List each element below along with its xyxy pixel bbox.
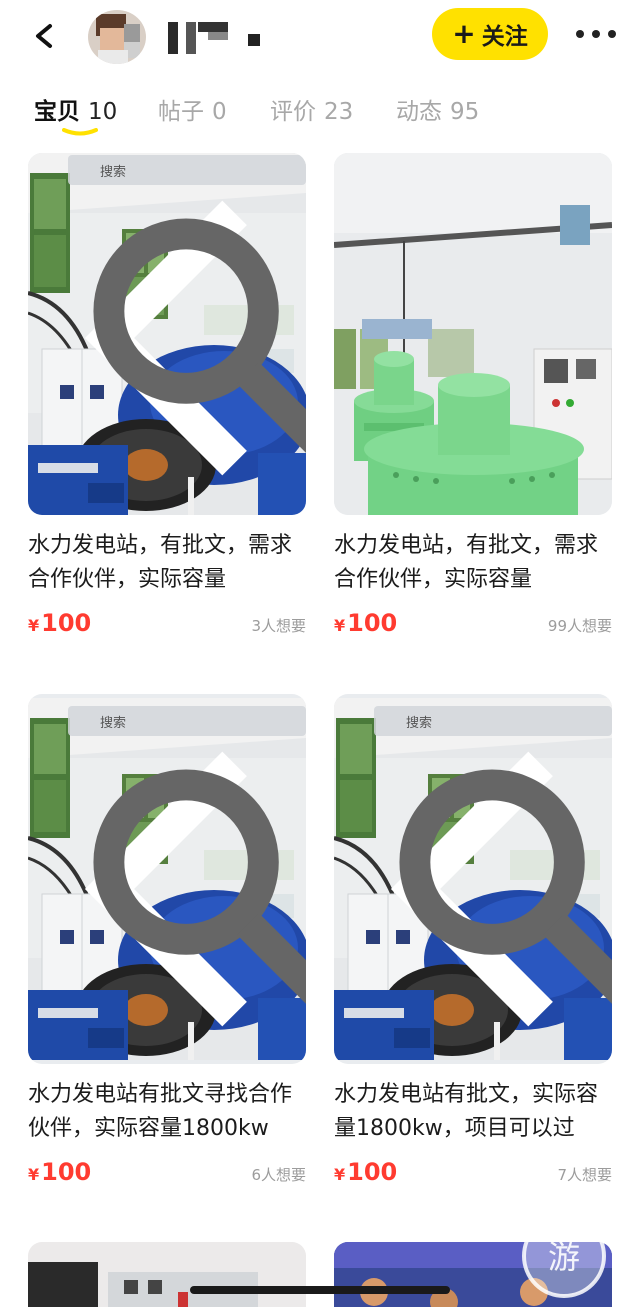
want-count: 3人想要 — [251, 617, 306, 635]
photo-search-bar: 搜索 — [374, 706, 612, 1004]
currency-symbol: ¥ — [28, 616, 40, 635]
active-tab-underline — [62, 128, 98, 136]
item-photo: 搜索 — [28, 694, 306, 1064]
item-card[interactable]: 水力发电站，有批文，需求合作伙伴，实际容量 ¥100 99人想要 — [334, 153, 612, 639]
home-indicator — [190, 1286, 450, 1294]
photo-search-bar: 搜索 — [68, 706, 306, 1004]
item-title: 水力发电站有批文，实际容量1800kw，项目可以过 — [334, 1082, 599, 1141]
item-price: ¥100 — [28, 1158, 91, 1186]
tab-label: 宝贝 — [34, 99, 80, 125]
photo-search-label: 搜索 — [100, 716, 127, 731]
item-title: 水力发电站，有批文，需求合作伙伴，实际容量 — [334, 533, 599, 592]
item-photo: 搜索 — [28, 153, 306, 515]
search-icon — [399, 769, 612, 1004]
tab-count: 10 — [88, 99, 118, 125]
item-card[interactable]: 搜索 水力发电站有批文寻找合作伙伴，实际容量1800kw ¥100 6人想要 — [28, 694, 306, 1188]
search-icon — [93, 218, 306, 453]
tab-label: 评价 — [270, 99, 316, 125]
item-card[interactable]: 搜索 水力发电站有批文，实际容量1800kw，项目可以过 ¥100 7人想要 — [334, 694, 612, 1188]
item-price: ¥100 — [28, 609, 91, 637]
price-value: 100 — [347, 609, 398, 637]
currency-symbol: ¥ — [28, 1165, 40, 1184]
want-count: 99人想要 — [547, 617, 612, 635]
avatar[interactable] — [88, 10, 146, 64]
tab-activity[interactable]: 动态 95 — [396, 92, 479, 126]
price-value: 100 — [41, 1158, 92, 1186]
want-count: 6人想要 — [251, 1166, 306, 1184]
more-dots-icon[interactable] — [576, 30, 616, 42]
item-price: ¥100 — [334, 609, 397, 637]
item-photo: 搜索 — [334, 694, 612, 1064]
watermark-seal: 游 — [518, 1210, 610, 1302]
follow-button[interactable]: + 关注 — [432, 8, 548, 60]
item-title: 水力发电站有批文寻找合作伙伴，实际容量1800kw — [28, 1082, 293, 1141]
search-icon — [93, 769, 306, 1004]
item-photo — [334, 153, 612, 515]
photo-overlay-bar: 搜索 — [334, 704, 612, 1027]
price-value: 100 — [41, 609, 92, 637]
tab-count: 23 — [324, 99, 354, 125]
tab-reviews[interactable]: 评价 23 — [270, 92, 353, 126]
tab-label: 帖子 — [158, 99, 204, 125]
tab-posts[interactable]: 帖子 0 — [158, 92, 227, 126]
item-card[interactable]: 搜索 水力发电站，有批文，需求合作伙伴，实际容量 ¥100 3人想要 — [28, 153, 306, 639]
photo-search-bar: 搜索 — [68, 155, 306, 453]
currency-symbol: ¥ — [334, 1165, 346, 1184]
back-chevron-icon[interactable] — [30, 20, 62, 52]
item-price: ¥100 — [334, 1158, 397, 1186]
item-card-partial[interactable] — [28, 1242, 306, 1307]
want-count: 7人想要 — [557, 1166, 612, 1184]
follow-label: 关注 — [481, 24, 528, 50]
tab-count: 95 — [450, 99, 480, 125]
tab-items[interactable]: 宝贝 10 — [34, 92, 117, 126]
plus-icon: + — [452, 17, 476, 50]
item-title: 水力发电站，有批文，需求合作伙伴，实际容量 — [28, 533, 293, 592]
photo-search-label: 搜索 — [100, 165, 127, 180]
profile-tabs: 宝贝 10 帖子 0 评价 23 动态 95 — [0, 84, 640, 144]
pixelated-username — [168, 20, 278, 56]
currency-symbol: ¥ — [334, 616, 346, 635]
price-value: 100 — [347, 1158, 398, 1186]
tab-count: 0 — [212, 99, 227, 125]
photo-overlay-bar: 搜索 — [28, 704, 306, 1027]
svg-text:游: 游 — [548, 1238, 580, 1276]
photo-search-label: 搜索 — [406, 716, 433, 731]
photo-overlay-bar: 搜索 — [28, 153, 306, 476]
tab-label: 动态 — [396, 99, 442, 125]
profile-header: + 关注 — [0, 0, 640, 76]
